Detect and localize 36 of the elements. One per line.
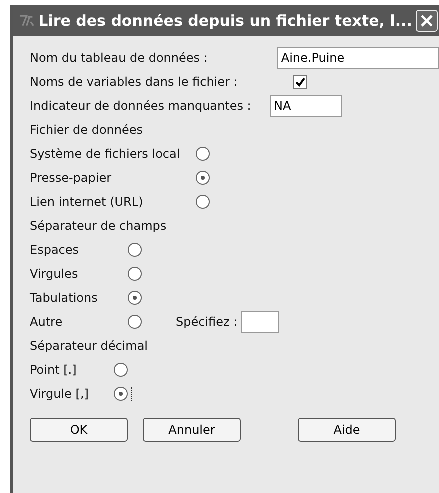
radio-button[interactable] — [128, 291, 142, 305]
group-heading: Séparateur décimal — [30, 339, 148, 353]
dialog-button[interactable]: OK — [30, 418, 128, 442]
close-icon — [420, 14, 434, 28]
group-heading: Fichier de données — [30, 123, 144, 137]
input-field[interactable] — [240, 311, 279, 333]
radio-button[interactable] — [114, 363, 128, 377]
option-label: Autre — [30, 315, 64, 329]
radio-button[interactable] — [128, 267, 142, 281]
radio-button[interactable] — [128, 243, 142, 257]
input-field[interactable]: Aine.Puine — [277, 47, 439, 69]
app-icon — [19, 14, 35, 28]
option-label: Virgule [,] — [30, 387, 90, 401]
option-label: Virgules — [30, 267, 80, 281]
field-label: Indicateur de données manquantes : — [30, 99, 252, 113]
option-label: Lien internet (URL) — [30, 195, 144, 209]
radio-button[interactable] — [196, 171, 210, 185]
field-label: Noms de variables dans le fichier : — [30, 75, 239, 89]
option-label: Espaces — [30, 243, 80, 257]
window-title: Lire des données depuis un fichier texte, l... — [38, 12, 412, 30]
option-label: Point [.] — [30, 363, 78, 377]
option-label: Presse-papier — [30, 171, 113, 185]
dialog-button[interactable]: Annuler — [143, 418, 241, 442]
radio-button[interactable] — [196, 147, 210, 161]
option-label: Tabulations — [30, 291, 99, 305]
field-label: Nom du tableau de données : — [30, 51, 209, 65]
input-field[interactable]: NA — [270, 95, 342, 117]
radio-button[interactable] — [128, 315, 142, 329]
radio-button[interactable] — [114, 387, 128, 401]
group-heading: Séparateur de champs — [30, 219, 167, 233]
option-label: Système de fichiers local — [30, 147, 182, 161]
specify-label: Spécifiez : — [176, 315, 238, 329]
checkbox[interactable] — [293, 75, 307, 89]
dialog-button[interactable]: Aide — [298, 418, 396, 442]
close-button[interactable] — [416, 10, 438, 32]
radio-button[interactable] — [196, 195, 210, 209]
